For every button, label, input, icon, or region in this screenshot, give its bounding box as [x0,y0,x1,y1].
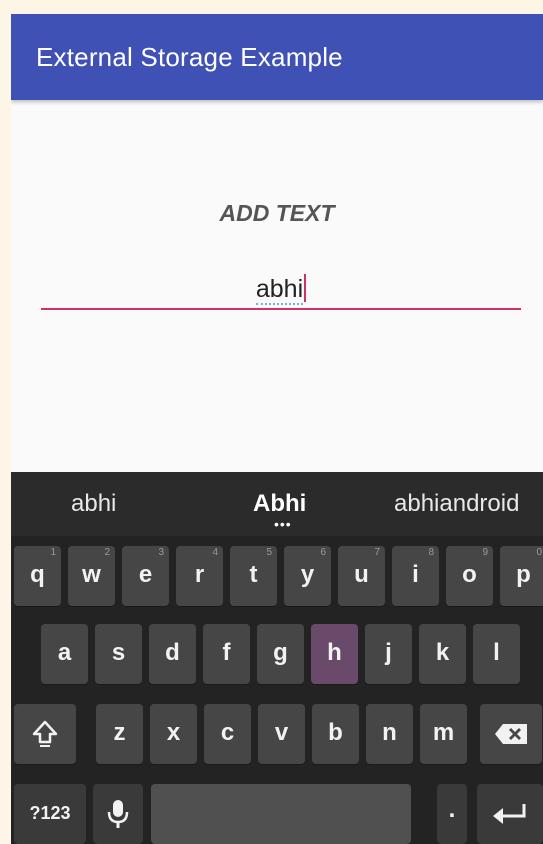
input-text: abhi [255,275,304,305]
text-input-value[interactable]: abhi [41,274,521,305]
key-p[interactable]: p0 [500,546,543,606]
input-underline [41,308,521,310]
key-h[interactable]: h [311,624,358,684]
key-c[interactable]: c [204,704,251,764]
key-w-hint: 2 [104,547,110,558]
add-text-label: ADD TEXT [219,200,335,226]
key-n-label: n [382,719,397,746]
app-bar: External Storage Example [11,14,543,100]
key-e-hint: 3 [158,547,164,558]
key-k-label: k [435,639,450,666]
key-r[interactable]: r4 [176,546,223,606]
key-w-label: w [82,561,101,588]
suggestion-bar: abhi Abhi ••• abhiandroid [11,472,543,536]
key-q-label: q [30,561,45,588]
key-a[interactable]: a [41,624,88,684]
text-input-field[interactable]: abhi [41,274,521,316]
key-i-label: i [412,561,419,588]
key-g-label: g [273,639,288,666]
key-f-label: f [222,639,231,666]
suggestion-2[interactable]: Abhi [253,490,306,518]
text-cursor [304,274,307,302]
symbols-key-label: ?123 [29,803,71,823]
key-e[interactable]: e3 [122,546,169,606]
key-i[interactable]: i8 [392,546,439,606]
key-j-label: j [385,639,392,666]
soft-keyboard: abhi Abhi ••• abhiandroid q1w2e3r4t5y6u7… [11,472,543,844]
key-v[interactable]: v [258,704,305,764]
key-q[interactable]: q1 [14,546,61,606]
key-j[interactable]: j [365,624,412,684]
space-key[interactable] [151,784,411,844]
key-t-hint: 5 [266,547,272,558]
key-b-label: b [328,719,343,746]
key-y[interactable]: y6 [284,546,331,606]
key-o-hint: 9 [482,547,488,558]
key-w[interactable]: w2 [68,546,115,606]
key-d[interactable]: d [149,624,196,684]
key-y-hint: 6 [320,547,326,558]
key-s[interactable]: s [95,624,142,684]
key-c-label: c [220,719,235,746]
key-u-label: u [354,561,369,588]
key-m[interactable]: m [420,704,467,764]
key-b[interactable]: b [312,704,359,764]
key-r-label: r [194,561,205,588]
suggestion-1[interactable]: abhi [71,490,116,518]
key-h-label: h [327,639,342,666]
period-key-label: . [448,796,456,823]
key-z-label: z [113,719,126,746]
key-u-hint: 7 [374,547,380,558]
key-y-label: y [300,561,315,588]
key-a-label: a [57,639,72,666]
key-t-label: t [249,561,258,588]
phone-screen: External Storage Example ADD TEXT abhi a… [11,14,543,844]
key-q-hint: 1 [50,547,56,558]
key-n[interactable]: n [366,704,413,764]
key-v-label: v [274,719,289,746]
key-z[interactable]: z [96,704,143,764]
app-title: External Storage Example [36,42,343,72]
key-i-hint: 8 [428,547,434,558]
key-r-hint: 4 [212,547,218,558]
suggestion-3[interactable]: abhiandroid [394,490,519,518]
key-g[interactable]: g [257,624,304,684]
shift-key[interactable] [14,704,76,764]
key-p-hint: 0 [536,547,542,558]
key-d-label: d [165,639,180,666]
backspace-key[interactable] [480,704,542,764]
key-x[interactable]: x [150,704,197,764]
key-u[interactable]: u7 [338,546,385,606]
key-k[interactable]: k [419,624,466,684]
more-suggestions-indicator: ••• [274,516,292,532]
key-o-label: o [462,561,477,588]
key-o[interactable]: o9 [446,546,493,606]
enter-key[interactable] [477,784,543,844]
period-key[interactable]: . [437,784,467,844]
key-l[interactable]: l [473,624,520,684]
key-l-label: l [493,639,500,666]
key-t[interactable]: t5 [230,546,277,606]
key-m-label: m [432,719,455,746]
key-f[interactable]: f [203,624,250,684]
key-p-label: p [516,561,531,588]
symbols-key[interactable]: ?123 [14,784,86,844]
microphone-key[interactable] [93,784,143,844]
key-s-label: s [111,639,126,666]
key-x-label: x [166,719,181,746]
key-e-label: e [138,561,153,588]
